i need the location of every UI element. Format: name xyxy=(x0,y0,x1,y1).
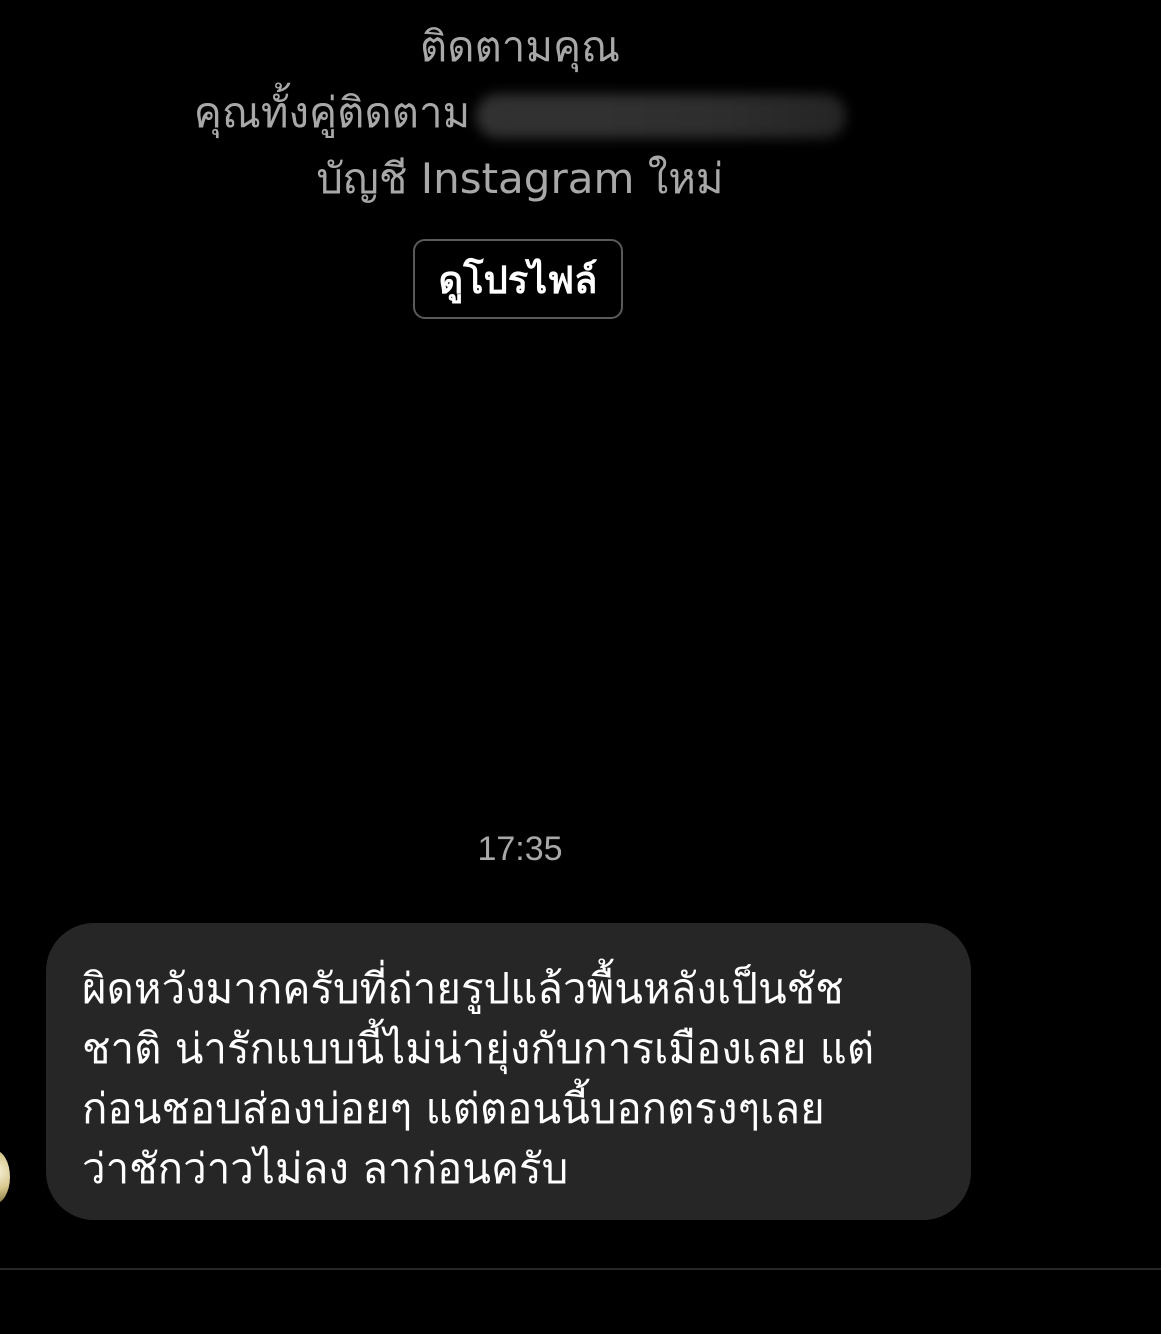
view-profile-button[interactable]: ดูโปรไฟล์ xyxy=(413,239,623,319)
profile-info: ติดตามคุณ คุณทั้งคู่ติดตาม บัญชี Instagr… xyxy=(0,14,1040,212)
clipped-text-top: ู xyxy=(0,0,1161,2)
mutual-followers-line: คุณทั้งคู่ติดตาม xyxy=(0,80,1040,146)
message-timestamp: 17:35 xyxy=(477,830,563,868)
message-line: ว่าชักว่าวไม่ลง ลาก่อนครับ xyxy=(82,1144,569,1193)
sender-avatar[interactable] xyxy=(0,1150,10,1204)
mutual-followers-prefix: คุณทั้งคู่ติดตาม xyxy=(193,88,471,137)
composer-divider xyxy=(0,1268,1161,1270)
account-note-text: บัญชี Instagram ใหม่ xyxy=(316,154,724,203)
message-line: ชาติ น่ารักแบบนี้ไม่น่ายุ่งกับการเมืองเล… xyxy=(82,1024,875,1073)
message-line: ก่อนชอบส่องบ่อยๆ แต่ตอนนี้บอกตรงๆเลย xyxy=(82,1084,825,1133)
message-bubble[interactable]: ผิดหวังมากครับที่ถ่ายรูปแล้วพื้นหลังเป็น… xyxy=(46,923,971,1220)
message-line: ผิดหวังมากครับที่ถ่ายรูปแล้วพื้นหลังเป็น… xyxy=(82,964,844,1013)
composer-clipped-text xyxy=(180,1304,780,1334)
follow-status-text: ติดตามคุณ xyxy=(419,22,621,71)
redacted-username xyxy=(476,93,847,138)
